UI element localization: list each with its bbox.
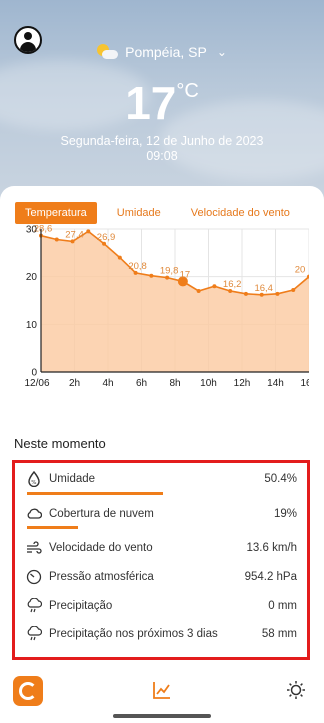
rain-icon: [26, 598, 42, 614]
current-temperature: 17°C: [0, 76, 324, 130]
row-humidity: % Umidade 50.4%: [15, 468, 307, 490]
location-name: Pompéia, SP: [125, 44, 207, 60]
sun-icon[interactable]: [286, 680, 306, 700]
tab-velocidade-vento[interactable]: Velocidade do vento: [181, 202, 300, 224]
wind-icon: [26, 540, 42, 556]
location-selector[interactable]: Pompéia, SP ⌄: [0, 42, 324, 62]
y-tick-label: 10: [26, 320, 38, 331]
row-label: Pressão atmosférica: [49, 571, 154, 583]
data-label: 27,4: [65, 229, 84, 240]
data-point: [149, 273, 154, 278]
y-tick-label: 20: [26, 272, 38, 283]
x-tick-label: 12/06: [24, 378, 49, 389]
y-tick-label: 0: [31, 368, 37, 379]
data-point: [275, 291, 280, 296]
humidity-progress-bar: [27, 492, 164, 495]
data-label: 17: [180, 269, 191, 280]
data-label: 26,9: [97, 232, 116, 243]
x-tick-label: 12h: [234, 378, 251, 389]
x-tick-label: 14h: [267, 378, 284, 389]
x-tick-label: 6h: [136, 378, 147, 389]
tab-temperatura[interactable]: Temperatura: [15, 202, 97, 224]
tab-umidade[interactable]: Umidade: [107, 202, 171, 224]
sky-header: Pompéia, SP ⌄ 17°C Segunda-feira, 12 de …: [0, 0, 324, 200]
temperature-chart[interactable]: 28,6 27,4 26,9 20,8 19,8 17 16,2 16,4 20 0 10 20 30 1…: [15, 224, 309, 406]
row-pressure: Pressão atmosférica 954.2 hPa: [15, 566, 307, 588]
data-point: [117, 255, 122, 260]
app-logo-icon[interactable]: [13, 676, 43, 706]
chart-svg: 28,627,4 26,920,8 19,8 1716,2 16,42001020301…: [24, 224, 309, 389]
data-label: 19,8: [160, 266, 179, 277]
current-date: Segunda-feira, 12 de Junho de 2023: [60, 134, 264, 148]
cloud-progress-bar: [27, 526, 79, 529]
data-point: [86, 229, 91, 234]
pressure-icon: [26, 569, 42, 585]
humidity-icon: %: [26, 471, 42, 487]
row-wind: Velocidade do vento 13.6 km/h: [15, 537, 307, 559]
data-label: 16,4: [254, 283, 273, 294]
data-point: [196, 288, 201, 293]
row-value: 0 mm: [268, 600, 297, 612]
partly-cloudy-icon: [97, 42, 119, 62]
data-point: [243, 291, 248, 296]
data-label: 16,2: [223, 279, 242, 290]
x-tick-label: 16: [300, 378, 309, 389]
data-label: 20: [295, 265, 306, 276]
chart-icon[interactable]: [152, 680, 172, 700]
row-label: Precipitação nos próximos 3 dias: [49, 628, 218, 640]
data-label: 20,8: [128, 261, 147, 272]
row-precipitation: Precipitação 0 mm: [15, 595, 307, 617]
weather-card: Temperatura Umidade Velocidade do vento …: [0, 186, 324, 723]
row-label: Umidade: [49, 473, 96, 485]
chevron-down-icon: ⌄: [216, 45, 227, 59]
row-label: Velocidade do vento: [49, 542, 153, 554]
x-tick-label: 10h: [200, 378, 217, 389]
row-label: Cobertura de nuvem: [49, 508, 154, 520]
temperature-unit: °C: [176, 80, 199, 102]
data-point: [212, 284, 217, 289]
row-value: 954.2 hPa: [244, 571, 297, 583]
row-label: Precipitação: [49, 600, 113, 612]
row-value: 19%: [273, 508, 297, 520]
cloud-icon: [26, 506, 42, 522]
section-title: Neste momento: [14, 436, 106, 451]
rain-icon: [26, 626, 42, 642]
data-point: [54, 237, 59, 242]
gesture-bar: [113, 714, 211, 718]
x-tick-label: 2h: [69, 378, 80, 389]
data-point: [291, 288, 296, 293]
x-tick-label: 8h: [169, 378, 180, 389]
row-value: 58 mm: [261, 628, 297, 640]
svg-text:%: %: [31, 480, 36, 486]
row-precipitation-3-days: Precipitação nos próximos 3 dias 58 mm: [15, 623, 307, 645]
row-value: 13.6 km/h: [246, 542, 298, 554]
x-tick-label: 4h: [102, 378, 113, 389]
row-value: 50.4%: [264, 473, 297, 485]
current-conditions-panel: % Umidade 50.4% Cobertura de nuvem 19% V…: [12, 460, 310, 660]
temperature-value: 17: [125, 77, 177, 129]
y-tick-label: 30: [26, 225, 38, 236]
chart-tabs: Temperatura Umidade Velocidade do vento: [15, 202, 300, 224]
bottom-navigation: [0, 672, 324, 712]
row-cloud-cover: Cobertura de nuvem 19%: [15, 503, 307, 525]
current-time: 09:08: [146, 149, 178, 163]
